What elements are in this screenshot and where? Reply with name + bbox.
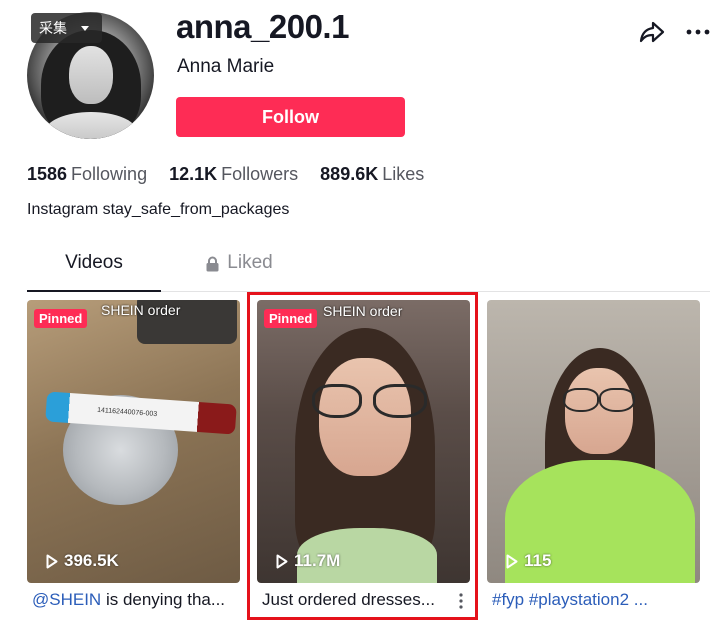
tab-videos-label: Videos: [65, 252, 123, 273]
follow-button[interactable]: Follow: [176, 97, 405, 137]
share-icon[interactable]: [639, 20, 665, 44]
lock-icon: [206, 256, 219, 272]
followers-count: 12.1K: [169, 164, 218, 184]
video-card-2[interactable]: SHEIN order Pinned 11.7M: [257, 300, 470, 583]
profile-tabs: Videos Liked: [27, 252, 710, 292]
stat-likes: 889.6K Likes: [320, 164, 424, 185]
collect-label: 采集: [39, 20, 67, 36]
more-vertical-icon[interactable]: [456, 592, 466, 610]
mention-link[interactable]: @SHEIN: [32, 590, 101, 609]
tab-liked[interactable]: Liked: [194, 252, 284, 292]
glasses-left-shape: [563, 388, 599, 412]
video-description-1[interactable]: @SHEIN is denying tha...: [32, 590, 237, 610]
likes-label: Likes: [382, 164, 425, 184]
likes-count: 889.6K: [320, 164, 379, 184]
play-icon: [46, 554, 58, 568]
profile-display-name: Anna Marie: [177, 56, 275, 77]
video-card-3[interactable]: 115: [487, 300, 700, 583]
profile-stats: 1586 Following 12.1K Followers 889.6K Likes: [27, 164, 424, 185]
glasses-right-shape: [599, 388, 635, 412]
view-count: 396.5K: [46, 551, 119, 571]
tab-videos[interactable]: Videos: [27, 252, 161, 292]
description-text: is denying tha...: [101, 590, 226, 609]
stat-followers[interactable]: 12.1K Followers: [169, 164, 298, 185]
following-count: 1586: [27, 164, 68, 184]
video-card-1[interactable]: 141162440076-003 SHEIN order Pinned 396.…: [27, 300, 240, 583]
glasses-left-shape: [312, 384, 362, 418]
video-description-3[interactable]: #fyp #playstation2 ...: [492, 590, 702, 610]
video-overlay-caption: SHEIN order: [101, 302, 181, 318]
glasses-right-shape: [373, 384, 427, 418]
stat-following[interactable]: 1586 Following: [27, 164, 147, 185]
video-overlay-caption: SHEIN order: [323, 303, 403, 319]
play-icon: [276, 554, 288, 568]
tab-liked-label: Liked: [227, 252, 273, 273]
pinned-badge: Pinned: [34, 309, 88, 328]
chevron-down-icon: [81, 25, 89, 31]
collect-dropdown[interactable]: 采集: [31, 13, 102, 43]
video-description-2[interactable]: Just ordered dresses...: [262, 590, 452, 610]
pinned-badge: Pinned: [264, 309, 318, 328]
profile-bio: Instagram stay_safe_from_packages: [27, 201, 290, 218]
following-label: Following: [71, 164, 148, 184]
profile-username: anna_200.1: [176, 8, 349, 45]
view-count: 11.7M: [276, 551, 340, 571]
avatar-face: [69, 46, 113, 104]
followers-label: Followers: [221, 164, 299, 184]
view-count-value: 115: [524, 551, 552, 570]
view-count-value: 11.7M: [294, 551, 341, 570]
play-icon: [506, 554, 518, 568]
view-count-value: 396.5K: [64, 551, 119, 570]
more-options-icon[interactable]: [685, 20, 710, 44]
view-count: 115: [506, 551, 551, 571]
